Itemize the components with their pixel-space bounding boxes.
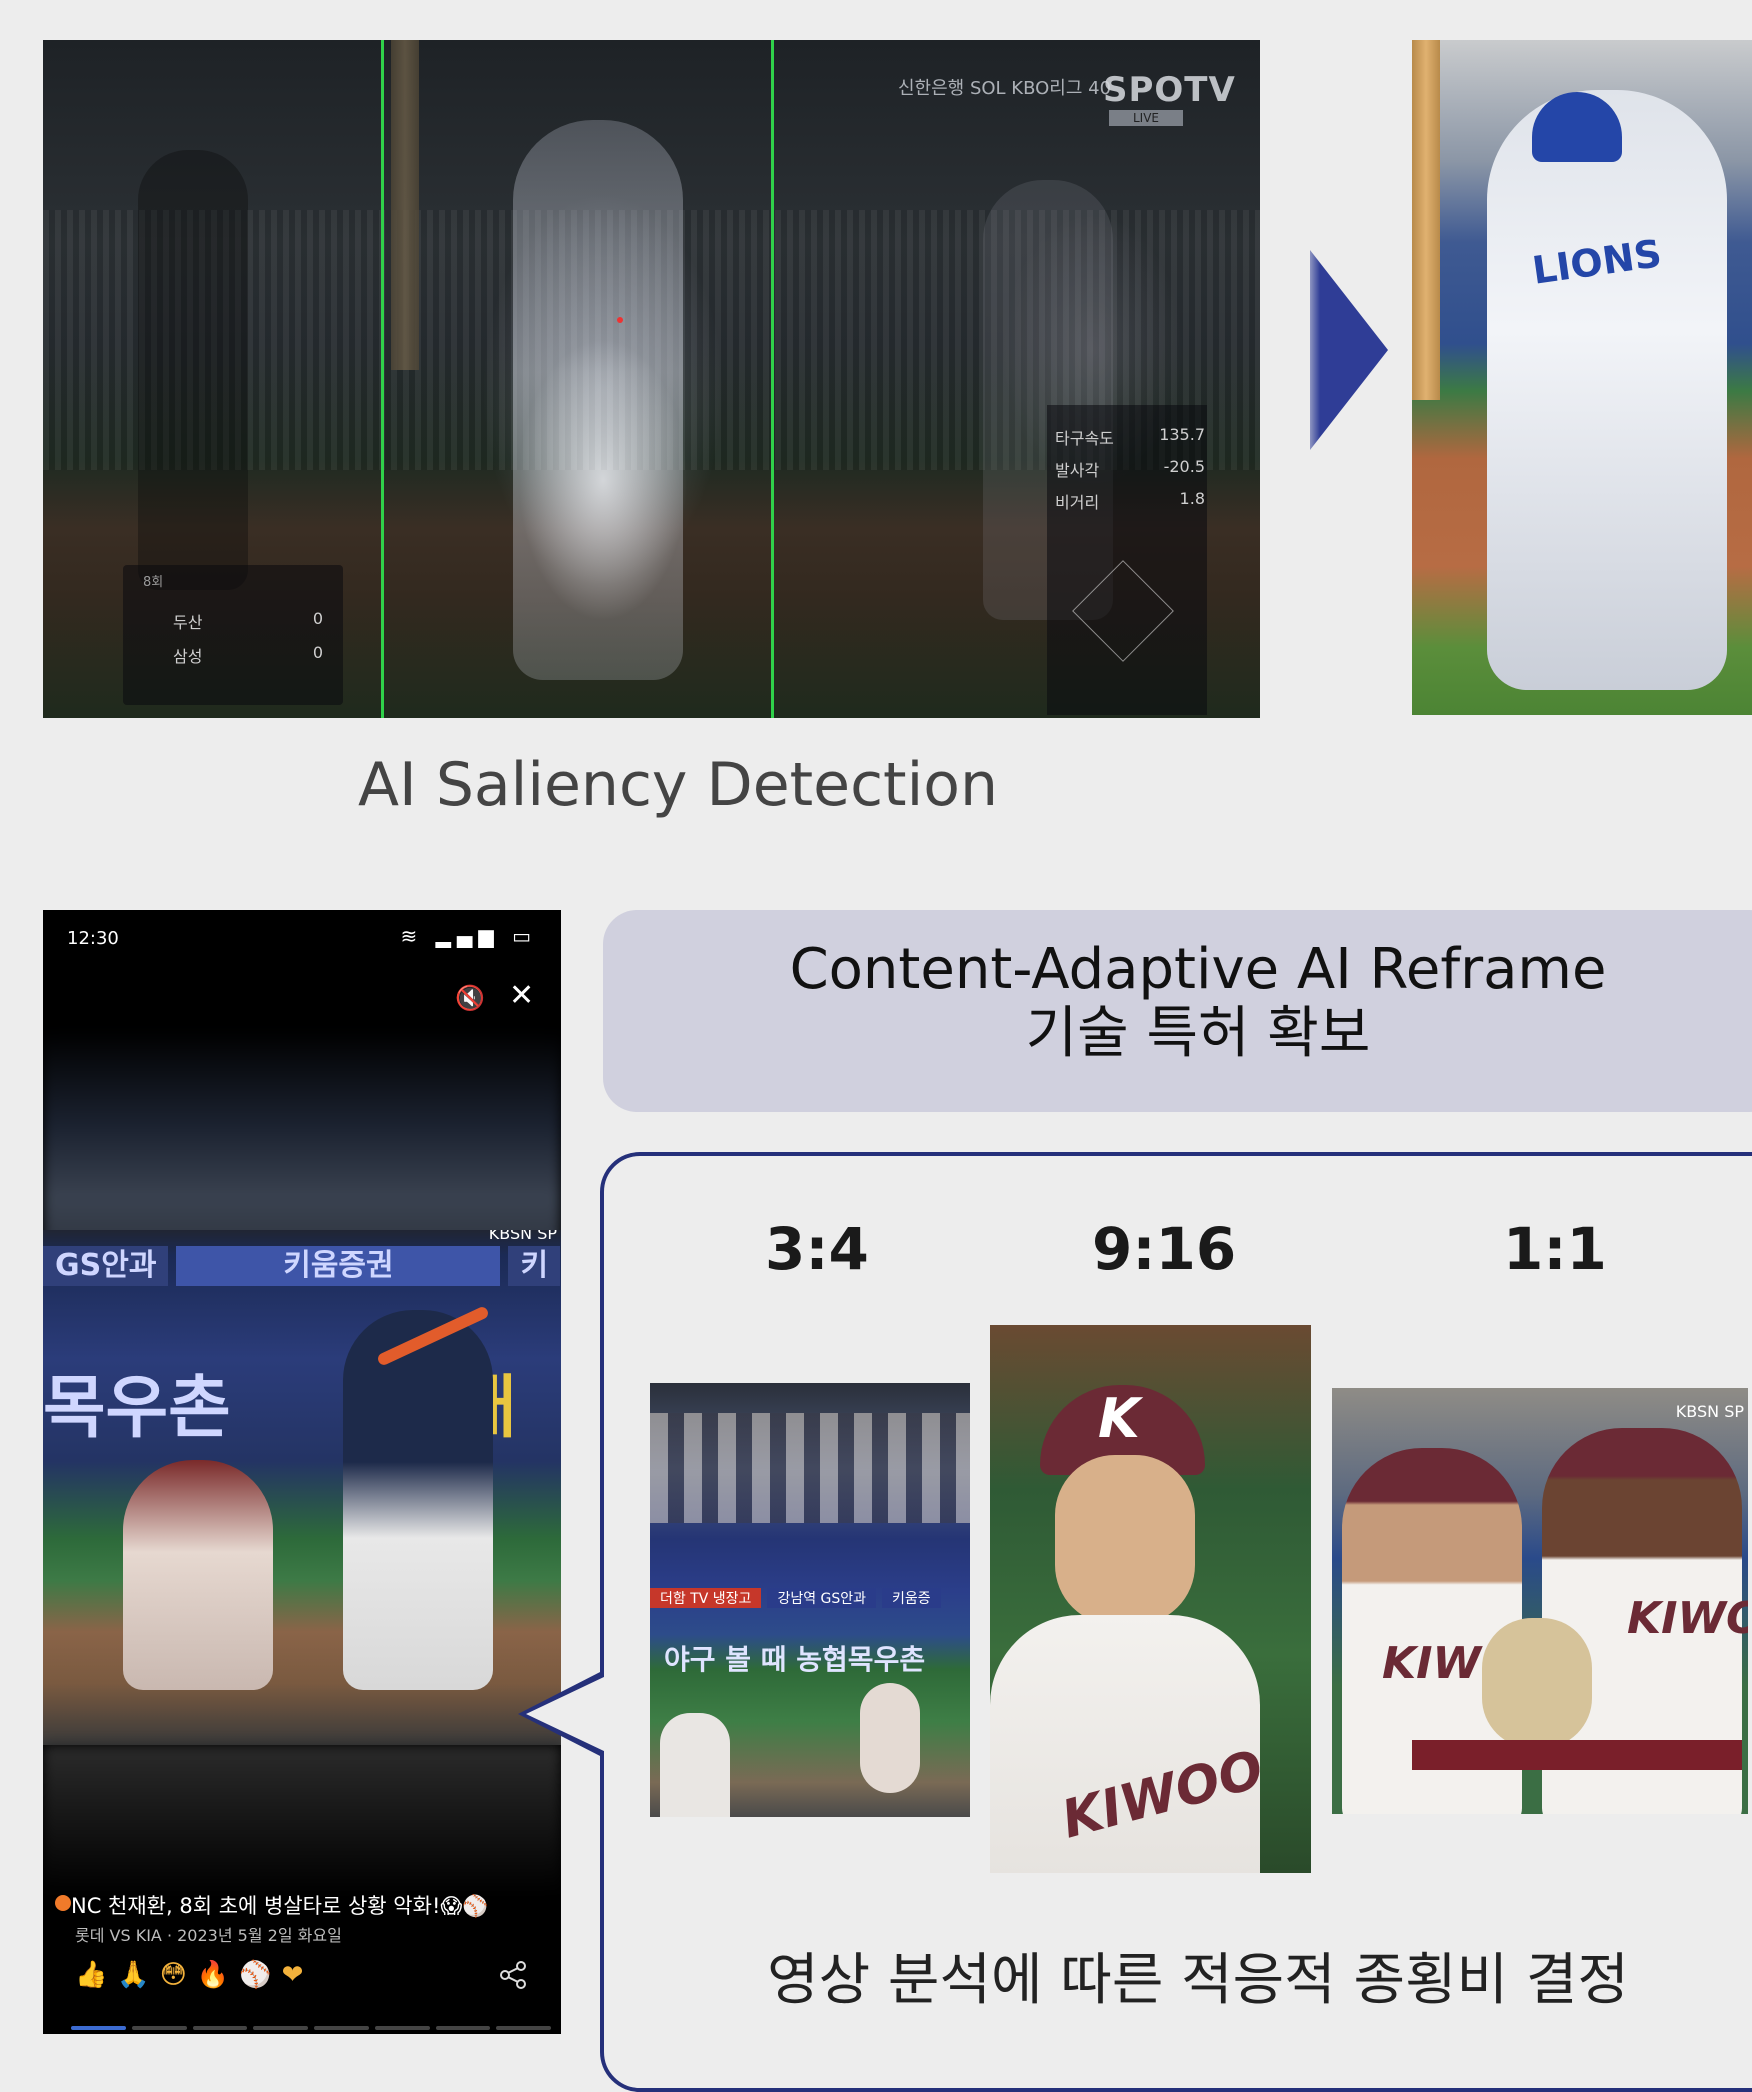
team-name: 삼성 <box>173 647 203 666</box>
story-progress <box>71 2026 551 2030</box>
callout-pointer-inner <box>526 1676 606 1752</box>
broadcaster-logo: KBSN SP <box>488 1230 557 1243</box>
progress-segment <box>496 2026 551 2030</box>
saliency-center-dot <box>617 317 623 323</box>
progress-segment <box>374 2026 430 2030</box>
status-time: 12:30 <box>67 928 119 949</box>
stat-value: 1.8 <box>1179 489 1205 508</box>
broadcaster-logo: KBSN SP <box>1675 1402 1744 1421</box>
ad-board-item: 키 <box>508 1246 561 1286</box>
stat-label: 발사각 <box>1055 461 1100 480</box>
foul-pole <box>1412 40 1440 400</box>
ad-banner-item: 키움증 <box>882 1588 941 1608</box>
reframe-title-line2: 기술 특허 확보 <box>1025 1001 1371 1066</box>
thumbnail-1-1[interactable]: KBSN SP KIWO KIWOO <box>1332 1388 1748 1814</box>
pitcher-figure <box>660 1713 730 1817</box>
reaction-bar[interactable]: 👍🙏😳🔥⚾❤ <box>75 1960 313 1990</box>
scoreboard: 8회 두산 0 삼성 0 <box>123 565 343 705</box>
ad-board-top: GS안과 키움증권 키 <box>43 1246 561 1286</box>
thumbnail-3-4[interactable]: 더함 TV 냉장고 강남역 GS안과 키움증 야구 볼 때 농협목우촌 <box>650 1383 970 1817</box>
video-headline[interactable]: NC 천재환, 8회 초에 병살타로 상황 악화!😱⚾ <box>71 1890 488 1920</box>
close-icon[interactable]: ✕ <box>509 978 534 1013</box>
cropped-result-frame: LIONS <box>1412 40 1752 715</box>
progress-segment <box>314 2026 369 2030</box>
reframe-title: Content-Adaptive AI Reframe 기술 특허 확보 <box>603 938 1752 1066</box>
player-face <box>1055 1455 1195 1625</box>
crowd <box>650 1413 970 1523</box>
stat-value: -20.5 <box>1163 457 1205 476</box>
crop-guide-left <box>381 40 384 718</box>
broadcast-logo: 신한은행 SOL KBO리그 40 <box>898 78 1112 99</box>
ratio-label-1-1: 1:1 <box>1503 1215 1607 1283</box>
player-figure <box>1487 90 1727 690</box>
catcher-figure <box>860 1683 920 1793</box>
team-score: 0 <box>312 609 323 628</box>
progress-segment <box>131 2026 187 2030</box>
share-icon-glyph <box>500 1961 526 1989</box>
foul-pole <box>391 40 419 370</box>
phone-mockup: 12:30 ≋ ▂▄▆ ▭ 🔇 ✕ KBSN SP GS안과 키움증권 키 목우… <box>43 910 561 2034</box>
cap-logo: K <box>1098 1387 1140 1450</box>
blurred-background-bottom <box>43 1745 561 1895</box>
reframe-title-line1: Content-Adaptive AI Reframe <box>789 937 1607 1002</box>
status-icons: ≋ ▂▄▆ ▭ <box>400 924 537 948</box>
ad-board-item: GS안과 <box>43 1246 169 1286</box>
share-icon[interactable] <box>498 1960 528 1997</box>
ad-banner-item: 더함 TV 냉장고 <box>650 1588 762 1608</box>
progress-segment <box>192 2026 248 2030</box>
strike-zone-diamond <box>1072 560 1174 662</box>
scoreboard-inning: 8회 <box>143 575 164 590</box>
baseball-glove <box>1482 1618 1592 1748</box>
saliency-detection-frame: 신한은행 SOL KBO리그 40 SPOTV LIVE 8회 두산 0 삼성 … <box>43 40 1260 718</box>
reframe-caption: 영상 분석에 따른 적응적 종횡비 결정 <box>767 1948 1629 2013</box>
arrow-right-icon <box>1310 250 1388 450</box>
ratio-label-9-16: 9:16 <box>1092 1215 1237 1283</box>
ad-board-text: 야구 볼 때 농협목우촌 <box>664 1643 926 1676</box>
video-subline: 롯데 VS KIA · 2023년 5월 2일 화요일 <box>75 1926 342 1945</box>
stat-label: 비거리 <box>1055 493 1100 512</box>
progress-segment <box>71 2026 126 2030</box>
ad-banner: 더함 TV 냉장고 강남역 GS안과 키움증 <box>650 1588 970 1608</box>
progress-segment <box>435 2026 491 2030</box>
ad-banner-item: 강남역 GS안과 <box>767 1588 877 1608</box>
live-badge: LIVE <box>1109 110 1184 126</box>
progress-segment <box>253 2026 308 2030</box>
team-score: 0 <box>312 643 323 662</box>
ratio-label-3-4: 3:4 <box>765 1215 869 1283</box>
mute-icon[interactable]: 🔇 <box>455 984 485 1012</box>
arrow-fade <box>1300 240 1320 460</box>
lineup-lower-third <box>1412 1740 1742 1770</box>
crop-guide-right <box>771 40 774 718</box>
video-frame[interactable]: KBSN SP GS안과 키움증권 키 목우촌 래 <box>43 1230 561 1745</box>
jersey-lettering: KIWOO <box>1627 1593 1748 1644</box>
stat-label: 타구속도 <box>1055 429 1114 448</box>
batter-figure <box>343 1310 493 1690</box>
pitch-stat-box: 타구속도 135.7 발사각 -20.5 비거리 1.8 <box>1047 405 1207 715</box>
saliency-caption: AI Saliency Detection <box>358 750 998 820</box>
channel-logo: SPOTV <box>1103 70 1236 110</box>
umpire-figure <box>138 150 248 590</box>
catcher-figure <box>123 1460 273 1690</box>
stat-value: 135.7 <box>1159 425 1205 444</box>
thumbnail-9-16[interactable]: K KIWOO <box>990 1325 1311 1873</box>
salient-player-figure <box>513 120 683 680</box>
live-dot-icon <box>55 1895 71 1911</box>
ad-board-item: 키움증권 <box>176 1246 501 1286</box>
ad-board-text: 목우촌 <box>43 1369 231 1448</box>
team-name: 두산 <box>173 613 203 632</box>
